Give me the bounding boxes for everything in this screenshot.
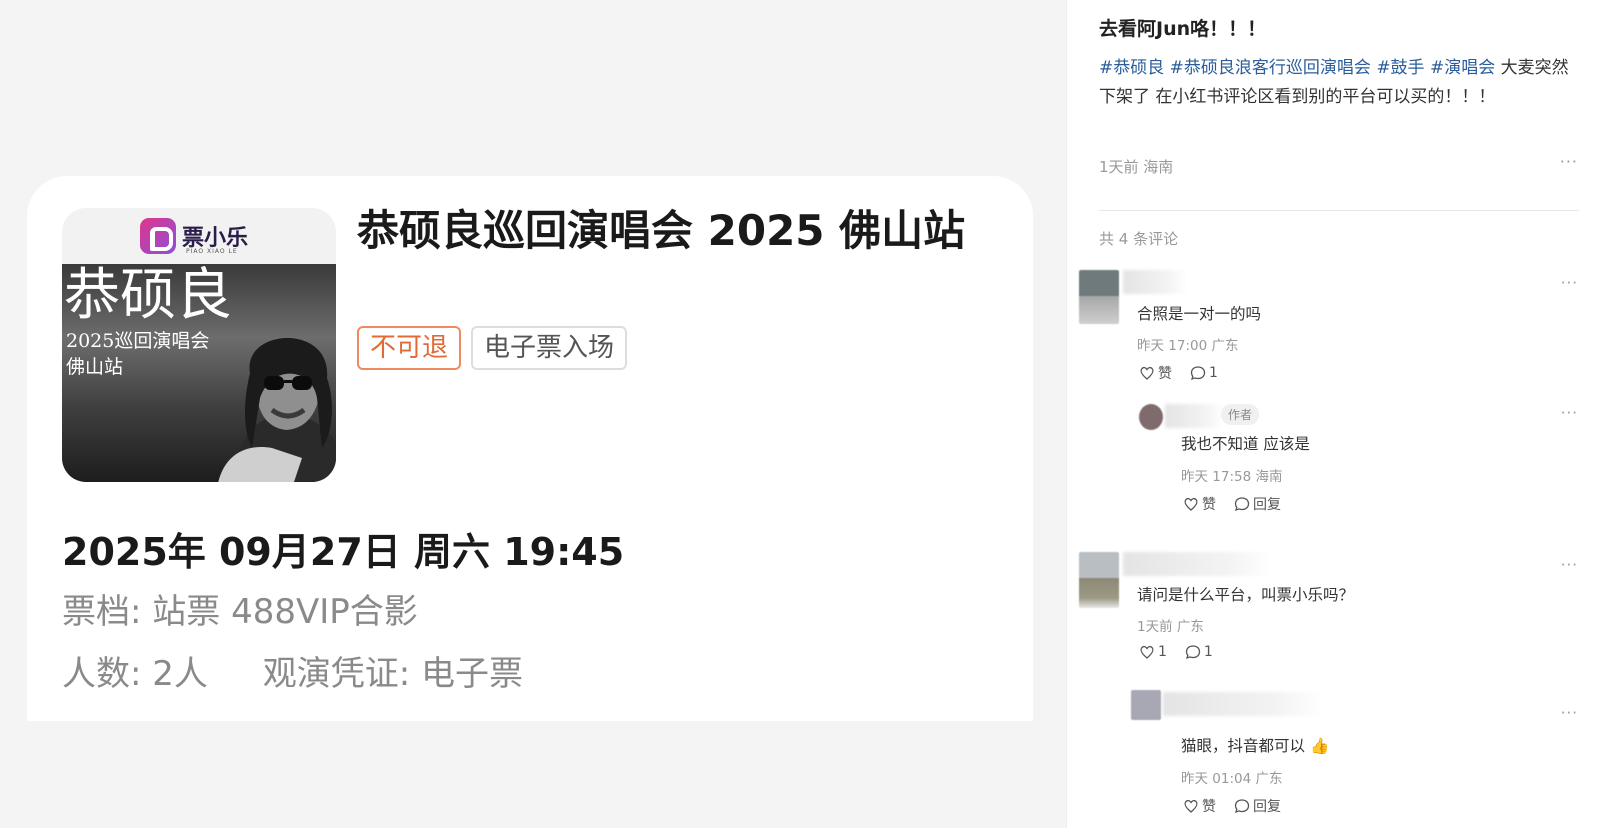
poster-logo-sub: PIAO XIAO LE: [186, 248, 238, 255]
author-name-blurred[interactable]: [1165, 404, 1223, 428]
thumbs-up-icon: 👍: [1309, 737, 1330, 755]
comment-actions: 赞 1: [1139, 363, 1218, 383]
heart-icon: [1140, 366, 1154, 380]
no-refund-tag: 不可退: [357, 326, 462, 370]
heart-icon: [1184, 799, 1198, 813]
like-button[interactable]: 赞: [1139, 363, 1172, 383]
author-badge: 作者: [1221, 404, 1260, 425]
avatar[interactable]: [1139, 404, 1163, 430]
poster-city-line: 佛山站: [66, 356, 124, 378]
author-name-blurred[interactable]: [1123, 270, 1187, 294]
heart-icon: [1140, 645, 1154, 659]
left-panel: 票小乐 PIAO XIAO LE 恭硕良 2025巡回演唱会 佛山站 恭硕良巡回…: [0, 0, 1066, 828]
author-name-blurred[interactable]: [1123, 552, 1273, 576]
like-button[interactable]: 1: [1139, 644, 1167, 660]
post-meta: 1天前 海南: [1099, 158, 1174, 176]
avatar[interactable]: [1079, 270, 1119, 324]
comment-text: 我也不知道 应该是: [1181, 435, 1310, 453]
comment-actions: 赞 回复: [1183, 494, 1281, 514]
more-options-icon[interactable]: ···: [1561, 404, 1578, 422]
post-title: 去看阿Jun咯！！！: [1099, 18, 1267, 40]
show-time: 2025年 09月27日 周六 19:45: [62, 530, 625, 574]
reply-button[interactable]: 1: [1190, 363, 1218, 383]
ticket-card[interactable]: 票小乐 PIAO XIAO LE 恭硕良 2025巡回演唱会 佛山站 恭硕良巡回…: [27, 176, 1033, 721]
ticket-people-count: 人数: 2人: [62, 654, 208, 694]
comment-text: 请问是什么平台，叫票小乐吗？: [1137, 586, 1355, 604]
more-options-icon[interactable]: ···: [1561, 704, 1578, 722]
comment-meta: 1天前 广东: [1137, 619, 1204, 635]
post-body: #恭硕良 #恭硕良浪客行巡回演唱会 #鼓手 #演唱会 大麦突然下架了 在小红书评…: [1099, 54, 1577, 112]
avatar[interactable]: [1079, 552, 1119, 608]
event-poster: 票小乐 PIAO XIAO LE 恭硕良 2025巡回演唱会 佛山站: [62, 208, 336, 482]
e-ticket-tag: 电子票入场: [471, 326, 628, 370]
comment-text-content: 猫眼，抖音都可以: [1181, 737, 1306, 755]
more-options-icon[interactable]: ···: [1561, 556, 1578, 574]
reply-label: 回复: [1253, 799, 1281, 815]
comment-meta: 昨天 17:58 海南: [1181, 469, 1283, 485]
event-title: 恭硕良巡回演唱会 2025 佛山站: [357, 206, 966, 255]
reply-label: 回复: [1253, 497, 1281, 513]
comment-bubble-icon: [1234, 497, 1250, 512]
like-label: 赞: [1202, 799, 1216, 815]
comment-meta: 昨天 17:00 广东: [1137, 338, 1239, 354]
reply-button[interactable]: 回复: [1234, 494, 1281, 514]
artist-photo-icon: [218, 338, 336, 482]
comment-text: 猫眼，抖音都可以 👍: [1181, 734, 1329, 756]
ticket-proof: 观演凭证: 电子票: [262, 654, 523, 694]
like-button[interactable]: 赞: [1183, 494, 1216, 514]
comment-count: 共 4 条评论: [1099, 230, 1179, 248]
divider: [1099, 210, 1579, 211]
poster-artist-name: 恭硕良: [64, 263, 232, 328]
ticket-logo-icon: [140, 218, 176, 254]
comment-bubble-icon: [1190, 366, 1206, 381]
comment-bubble-icon: [1234, 799, 1250, 814]
heart-icon: [1184, 497, 1198, 511]
hashtag-link[interactable]: #恭硕良浪客行巡回演唱会: [1170, 58, 1371, 78]
hashtag-link[interactable]: #演唱会: [1430, 58, 1495, 78]
like-label: 赞: [1158, 366, 1172, 382]
hashtag-link[interactable]: #鼓手: [1376, 58, 1424, 78]
like-count: 1: [1158, 644, 1167, 660]
hashtag-link[interactable]: #恭硕良: [1099, 58, 1164, 78]
like-label: 赞: [1202, 497, 1216, 513]
more-options-icon[interactable]: ···: [1561, 274, 1578, 292]
ticket-tags: 不可退 电子票入场: [357, 326, 628, 370]
ticket-people-row: 人数: 2人 观演凭证: 电子票: [62, 646, 567, 695]
comment-text: 合照是一对一的吗: [1137, 305, 1262, 323]
comment-actions: 赞 回复: [1183, 796, 1281, 816]
poster-tour-line: 2025巡回演唱会: [66, 330, 210, 352]
author-name-blurred[interactable]: [1163, 692, 1323, 716]
poster-logo-band: 票小乐 PIAO XIAO LE: [62, 208, 336, 264]
reply-button[interactable]: 回复: [1234, 796, 1281, 816]
reply-count: 1: [1209, 365, 1218, 381]
comment-actions: 1 1: [1139, 644, 1213, 660]
ticket-tier: 票档: 站票 488VIP合影: [62, 592, 418, 632]
reply-count: 1: [1203, 644, 1213, 660]
comment-bubble-icon: [1185, 645, 1201, 660]
comments-panel: 去看阿Jun咯！！！ #恭硕良 #恭硕良浪客行巡回演唱会 #鼓手 #演唱会 大麦…: [1066, 0, 1600, 828]
more-options-icon[interactable]: ···: [1560, 152, 1578, 171]
avatar[interactable]: [1131, 690, 1161, 720]
reply-button[interactable]: 1: [1185, 644, 1213, 660]
like-button[interactable]: 赞: [1183, 796, 1216, 816]
comment-meta: 昨天 01:04 广东: [1181, 771, 1283, 787]
